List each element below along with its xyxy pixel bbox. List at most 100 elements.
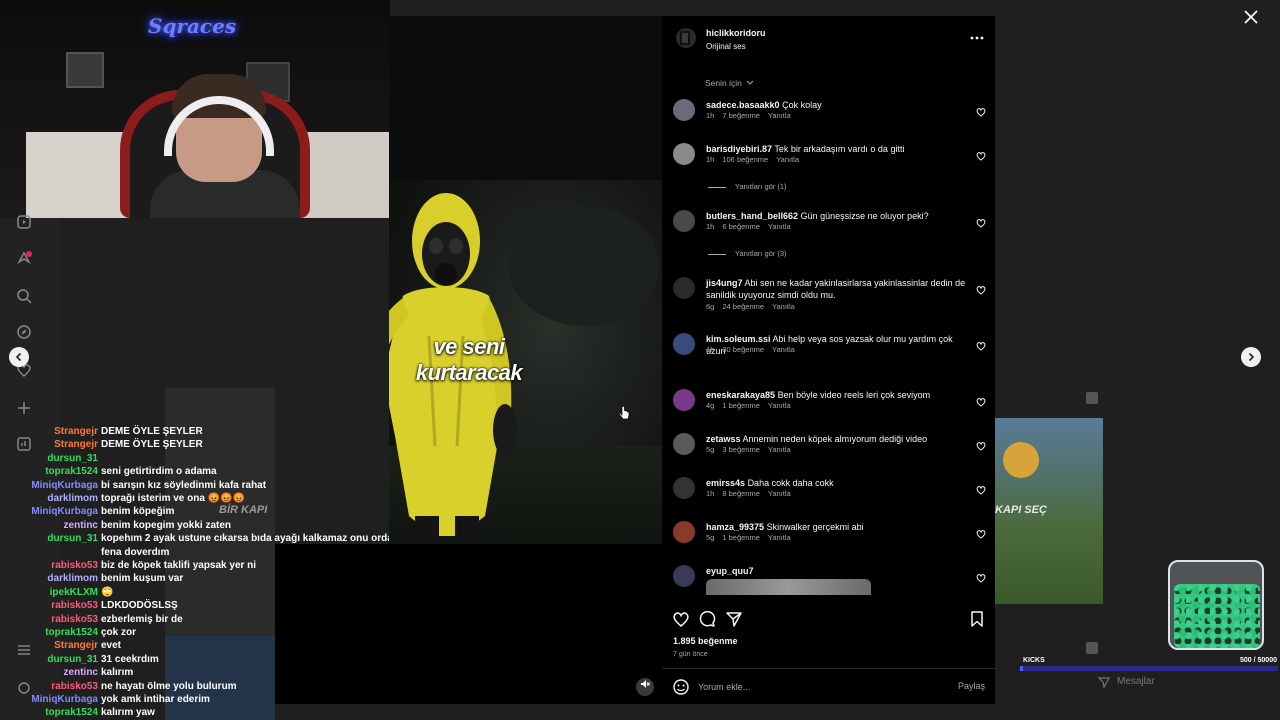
explore-icon[interactable] [14,324,34,344]
save-button[interactable] [968,610,988,630]
commenter-avatar[interactable] [673,389,695,411]
comment-like-count[interactable]: 106 beğenme [722,155,768,164]
like-count[interactable]: 1.895 beğenme [673,636,738,646]
mute-button[interactable] [636,678,654,696]
comment-like-heart-icon[interactable] [976,282,986,295]
commenter-username[interactable]: zetawss [706,434,741,444]
comment-like-count[interactable]: 7 beğenme [722,111,760,120]
share-button[interactable] [725,610,745,630]
chat-username[interactable]: Strangejr [54,439,98,450]
reply-button[interactable]: Yanıtla [768,533,791,542]
comment-like-heart-icon[interactable] [976,526,986,539]
chat-username[interactable]: ipekKLXM [50,587,98,598]
author-avatar[interactable] [676,28,696,48]
emoji-button[interactable] [672,678,690,696]
view-replies-button[interactable]: Yanıtları gör (3) [708,249,787,258]
reels-icon[interactable] [14,214,34,234]
comment-like-heart-icon[interactable] [976,482,986,495]
commenter-avatar[interactable] [673,210,695,232]
commenter-avatar[interactable] [673,99,695,121]
notifications-icon[interactable] [14,250,34,270]
chat-username[interactable]: darklimom [47,573,98,584]
reel-video[interactable] [389,16,662,544]
comment-like-heart-icon[interactable] [976,215,986,228]
commenter-username[interactable]: emirss4s [706,478,745,488]
messages-button[interactable]: Mesajlar [1093,671,1243,693]
comment-like-count[interactable]: 1 beğenme [722,401,760,410]
commenter-username[interactable]: eyup_quu7 [706,566,754,576]
comment-button[interactable] [698,610,718,630]
chat-username[interactable]: dursun_31 [47,654,98,665]
chat-username[interactable]: rabisko53 [51,681,98,692]
comment-like-count[interactable]: 30 beğenme [722,345,764,354]
background-reel-thumb-right: KAPI SEÇ [995,418,1103,604]
comment-like-heart-icon[interactable] [976,394,986,407]
chat-username[interactable]: toprak1524 [45,707,98,718]
comment-media-preview[interactable] [706,579,871,595]
previous-post-button[interactable] [9,347,29,367]
chat-username[interactable]: dursun_31 [47,533,98,544]
chat-username[interactable]: dursun_31 [47,453,98,464]
reply-button[interactable]: Yanıtla [768,489,791,498]
comment-like-count[interactable]: 1 beğenme [722,533,760,542]
chat-username[interactable]: MiniqKurbaga [31,694,98,705]
commenter-username[interactable]: hamza_99375 [706,522,764,532]
chat-username[interactable]: zentinc [64,520,98,531]
reply-button[interactable]: Yanıtla [772,345,795,354]
commenter-avatar[interactable] [673,521,695,543]
audio-label[interactable]: Orijinal ses [706,42,746,51]
commenter-avatar[interactable] [673,477,695,499]
like-button[interactable] [672,610,692,630]
post-comment-button[interactable]: Paylaş [958,681,985,691]
reply-button[interactable]: Yanıtla [768,222,791,231]
comment-like-heart-icon[interactable] [976,438,986,451]
reply-button[interactable]: Yanıtla [772,302,795,311]
reply-button[interactable]: Yanıtla [768,111,791,120]
commenter-username[interactable]: jis4ung7 [706,278,743,288]
commenter-avatar[interactable] [673,333,695,355]
more-options-button[interactable] [968,30,986,44]
author-username[interactable]: hiclikkoridoru [706,28,766,38]
comment-sort-dropdown[interactable]: Senin için [705,78,754,88]
comment-like-count[interactable]: 24 beğenme [722,302,764,311]
chat-username[interactable]: rabisko53 [51,560,98,571]
chat-username[interactable]: toprak1524 [45,466,98,477]
view-replies-button[interactable]: Yanıtları gör (1) [708,182,787,191]
comment-like-heart-icon[interactable] [976,148,986,161]
chat-text: evet [101,640,122,652]
commenter-username[interactable]: barisdiyebiri.87 [706,144,772,154]
reply-button[interactable]: Yanıtla [768,401,791,410]
next-post-button[interactable] [1241,347,1261,367]
chat-username[interactable]: darklimom [47,493,98,504]
chat-username[interactable]: MiniqKurbaga [31,506,98,517]
comment-input[interactable] [698,679,938,695]
create-plus-icon[interactable] [14,400,34,420]
comment-like-heart-icon[interactable] [976,570,986,583]
reply-button[interactable]: Yanıtla [768,445,791,454]
send-paper-plane-icon [726,612,742,627]
chat-username[interactable]: Strangejr [54,426,98,437]
close-button[interactable] [1242,9,1260,27]
reply-button[interactable]: Yanıtla [776,155,799,164]
chat-username[interactable]: rabisko53 [51,600,98,611]
commenter-username[interactable]: eneskarakaya85 [706,390,775,400]
commenter-avatar[interactable] [673,143,695,165]
comment-like-heart-icon[interactable] [976,338,986,351]
comment-like-count[interactable]: 3 beğenme [722,445,760,454]
sun-mascot [1003,442,1039,478]
commenter-username[interactable]: butlers_hand_bell662 [706,211,798,221]
commenter-avatar[interactable] [673,433,695,455]
chat-username[interactable]: MiniqKurbaga [31,480,98,491]
chat-username[interactable]: toprak1524 [45,627,98,638]
chat-username[interactable]: zentinc [64,667,98,678]
commenter-avatar[interactable] [673,277,695,299]
commenter-username[interactable]: kim.soleum.ssi [706,334,771,344]
comment-like-count[interactable]: 6 beğenme [722,222,760,231]
chat-username[interactable]: Strangejr [54,640,98,651]
comment-like-heart-icon[interactable] [976,104,986,117]
chat-username[interactable]: rabisko53 [51,614,98,625]
commenter-username[interactable]: sadece.basaakk0 [706,100,780,110]
search-icon[interactable] [14,288,34,308]
commenter-avatar[interactable] [673,565,695,587]
comment-like-count[interactable]: 8 beğenme [722,489,760,498]
